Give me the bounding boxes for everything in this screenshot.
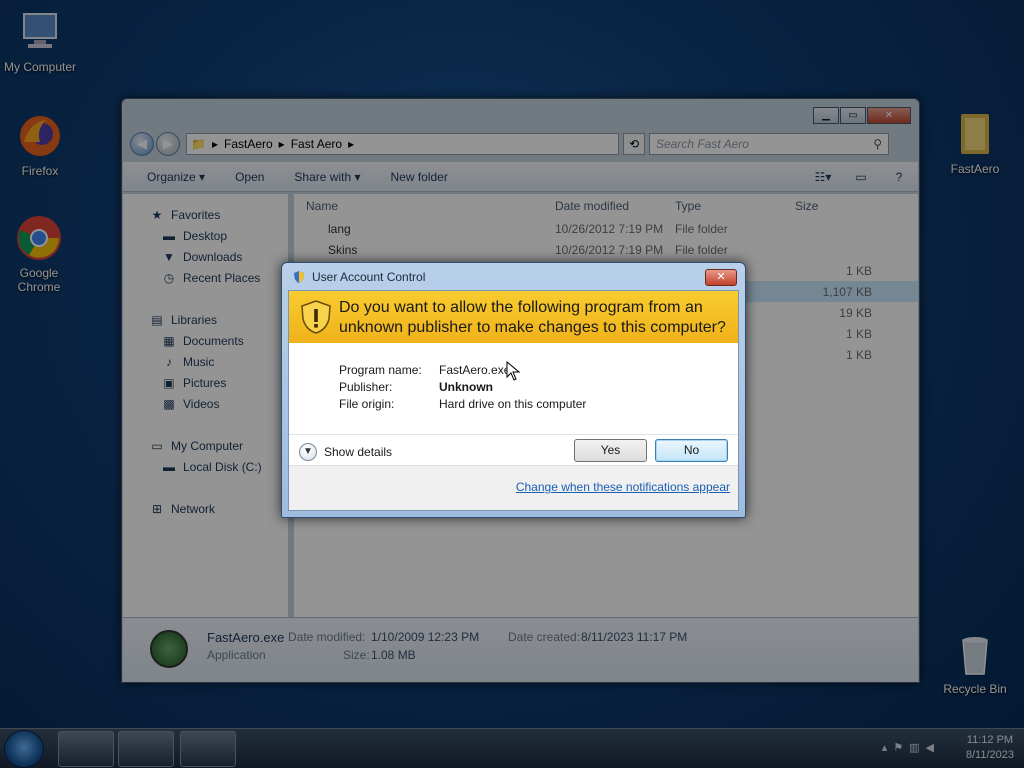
publisher-label: Publisher: (339, 379, 393, 394)
file-origin-label: File origin: (339, 396, 395, 411)
close-button[interactable]: ✕ (705, 269, 737, 286)
yes-button[interactable]: Yes (574, 439, 647, 462)
uac-body: Do you want to allow the following progr… (288, 290, 739, 511)
warning-shield-icon (301, 300, 331, 334)
uac-title: User Account Control (312, 269, 426, 284)
uac-titlebar[interactable]: User Account Control ✕ (282, 263, 745, 290)
shield-icon (294, 270, 304, 283)
change-notifications-link[interactable]: Change when these notifications appear (516, 480, 730, 494)
program-name-value: FastAero.exe (439, 362, 511, 377)
publisher-value: Unknown (439, 379, 493, 394)
uac-footer: Change when these notifications appear (289, 465, 738, 510)
file-origin-value: Hard drive on this computer (439, 396, 587, 411)
program-name-label: Program name: (339, 362, 422, 377)
divider (289, 434, 738, 435)
show-details-label: Show details (324, 445, 393, 459)
chevron-down-icon: ▼ (299, 443, 317, 461)
uac-question: Do you want to allow the following progr… (339, 299, 726, 336)
uac-warning-banner: Do you want to allow the following progr… (289, 291, 738, 343)
uac-dialog: User Account Control ✕ Do you want to al… (281, 262, 746, 518)
mouse-cursor-icon (506, 361, 520, 381)
no-button[interactable]: No (655, 439, 728, 462)
program-properties: Program name: FastAero.exe Publisher: Unkn… (339, 361, 586, 412)
show-details-toggle[interactable]: ▼ Show details (299, 443, 392, 461)
